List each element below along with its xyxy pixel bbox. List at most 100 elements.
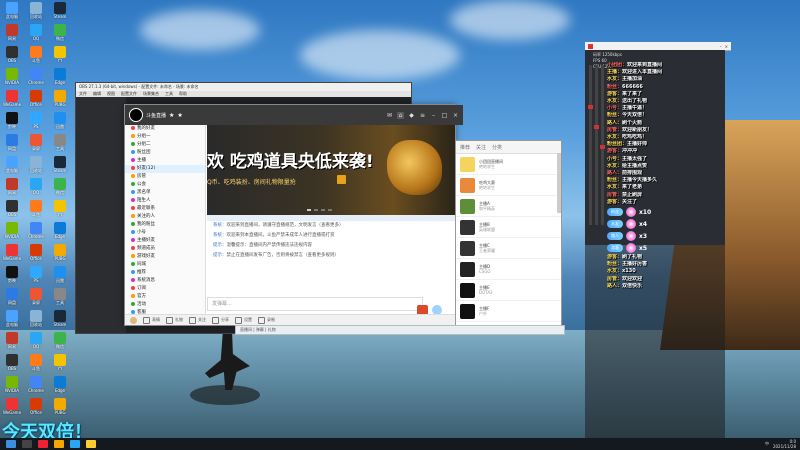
desktop-icon[interactable]: QQ — [26, 178, 46, 200]
room-item[interactable]: 主播F 户外 — [456, 301, 561, 322]
desktop-icon[interactable]: PS — [26, 112, 46, 134]
desktop-icon[interactable]: 此电脑 — [2, 156, 22, 178]
friend-list-item[interactable]: 最近联系 — [125, 205, 205, 213]
record-icon[interactable] — [588, 43, 593, 49]
desktop-icon[interactable]: Chrome — [26, 376, 46, 398]
desktop-icon[interactable]: 网盘 — [2, 288, 22, 310]
game-icon[interactable]: ◆ — [408, 112, 415, 119]
room-list[interactable]: 小团团直播间 绝地求生 吃鸡大赛 绝地求生 主播A 和平精英 主播B 英雄联盟 主播C 王者荣耀主… — [456, 154, 561, 322]
desktop-icon[interactable]: 录屏 — [26, 134, 46, 156]
friend-list-item[interactable]: 公会 — [125, 181, 205, 189]
friend-list-item[interactable]: 粉丝团 — [125, 149, 205, 157]
desktop-icon[interactable]: OBS — [2, 200, 22, 222]
room-item[interactable]: 主播E DOTA2 — [456, 280, 561, 301]
friend-list-item[interactable]: 关注的人 — [125, 213, 205, 221]
obs-titlebar[interactable]: OBS 27.1.3 (64-bit, windows) - 配置文件: 未命名… — [76, 83, 411, 91]
home-icon[interactable]: ⌂ — [397, 111, 404, 119]
desktop-icon[interactable]: Steam — [50, 2, 70, 24]
desktop-icon[interactable]: 剪映 — [2, 112, 22, 134]
desktop-icon[interactable]: Steam — [50, 310, 70, 332]
minimize-icon[interactable]: – — [720, 44, 722, 49]
friend-list-item[interactable]: 同城 — [125, 261, 205, 269]
bottom-bar-item[interactable]: 分享 — [212, 316, 229, 324]
close-icon[interactable]: × — [725, 44, 728, 49]
desktop-icon[interactable]: 网盘 — [2, 134, 22, 156]
friend-list-item[interactable]: 官方 — [125, 293, 205, 301]
desktop-icon[interactable]: 微信 — [50, 24, 70, 46]
desktop-icon[interactable]: Chrome — [26, 222, 46, 244]
room-item[interactable]: 吃鸡大赛 绝地求生 — [456, 175, 561, 196]
desktop-icon[interactable]: NVIDIA — [2, 68, 22, 90]
chat-sender[interactable]: 系统： — [213, 223, 227, 228]
obs-menu-item[interactable]: 帮助 — [179, 91, 187, 97]
desktop-icon[interactable]: YY — [50, 46, 70, 68]
desktop-icon[interactable]: NVIDIA — [2, 376, 22, 398]
desktop-icon[interactable]: PS — [26, 266, 46, 288]
obs-menubar[interactable]: 文件 编辑 视图 配置文件 场景集合 工具 帮助 — [76, 91, 411, 97]
menu-icon[interactable]: ≡ — [419, 112, 426, 119]
desktop-icon[interactable]: QQ — [26, 24, 46, 46]
promo-banner[interactable]: 欢 吃鸡道具央低来袭! Q币、吃鸡装扮、房间礼物限量抢 — [207, 125, 455, 215]
friend-list-item[interactable]: 小号 — [125, 229, 205, 237]
friend-list-item[interactable]: 活动 — [125, 301, 205, 309]
app-icon[interactable] — [54, 440, 64, 448]
room-item[interactable]: 小团团直播间 绝地求生 — [456, 154, 561, 175]
desktop-icon[interactable]: Office — [26, 244, 46, 266]
maximize-icon[interactable]: □ — [441, 112, 448, 119]
desktop-icon[interactable]: 此电脑 — [2, 2, 22, 24]
desktop-icon[interactable]: 斗鱼 — [26, 354, 46, 376]
live-client-window[interactable]: 斗鱼直播 ★ ★ ✉ ⌂ ◆ ≡ – □ × 我的好友 分组一 分组二 粉丝团 主播 好友… — [124, 104, 463, 326]
friend-list-item[interactable]: 我的粉丝 — [125, 221, 205, 229]
app-icon[interactable] — [70, 440, 80, 448]
desktop-icon[interactable]: 斗鱼 — [26, 200, 46, 222]
bottom-bar-item[interactable]: 录制 — [258, 316, 275, 324]
bottom-bar-item[interactable]: 关注 — [189, 316, 206, 324]
room-tab[interactable]: 分类 — [492, 144, 502, 151]
desktop-icon[interactable]: Chrome — [26, 68, 46, 90]
volume-fader[interactable] — [588, 65, 593, 225]
desktop-icon[interactable]: 迅雷 — [50, 112, 70, 134]
volume-fader[interactable] — [594, 65, 599, 225]
volume-fader[interactable] — [600, 65, 605, 225]
desktop-icon[interactable]: 录屏 — [26, 288, 46, 310]
desktop-icon[interactable]: Steam — [50, 156, 70, 178]
desktop-icon[interactable]: 此电脑 — [2, 310, 22, 332]
room-item[interactable]: 主播D CSGO — [456, 259, 561, 280]
friend-list-item[interactable]: 主播 — [125, 157, 205, 165]
app-icon[interactable] — [38, 440, 48, 448]
star-icon[interactable]: ★ — [169, 112, 174, 119]
room-tab[interactable]: 关注 — [476, 144, 486, 151]
minimize-icon[interactable]: – — [430, 112, 437, 119]
desktop-icon[interactable]: OBS — [2, 354, 22, 376]
avatar[interactable] — [130, 316, 137, 324]
desktop-icon[interactable]: Office — [26, 90, 46, 112]
desktop-icon[interactable]: 回收站 — [26, 310, 46, 332]
desktop-icon[interactable]: 网易 — [2, 332, 22, 354]
friend-list-item[interactable]: 推荐 — [125, 269, 205, 277]
desktop-icon[interactable]: 工具 — [50, 134, 70, 156]
desktop-icon[interactable]: WeGame — [2, 244, 22, 266]
desktop-icon[interactable]: PUBG — [50, 244, 70, 266]
desktop-icon[interactable]: 斗鱼 — [26, 46, 46, 68]
friend-list-item[interactable]: 游戏好友 — [125, 253, 205, 261]
friend-list[interactable]: 我的好友 分组一 分组二 粉丝团 主播 好友(12) 房管 公会 黑名单 陌生人 最近联系 关注的人我… — [125, 125, 206, 315]
desktop-icon[interactable]: YY — [50, 354, 70, 376]
desktop-icon[interactable]: WeGame — [2, 398, 22, 420]
bottom-bar-item[interactable]: 设置 — [235, 316, 252, 324]
banner-pager[interactable] — [307, 209, 332, 211]
desktop-icon[interactable]: Edge — [50, 222, 70, 244]
danmu-input[interactable]: 发弹幕... — [207, 297, 423, 311]
desktop-icon[interactable]: QQ — [26, 332, 46, 354]
friend-list-item[interactable]: 分组二 — [125, 141, 205, 149]
desktop-icon[interactable]: 回收站 — [26, 156, 46, 178]
room-item[interactable]: 主播A 和平精英 — [456, 196, 561, 217]
room-item[interactable]: 主播C 王者荣耀 — [456, 238, 561, 259]
friend-list-item[interactable]: 房管 — [125, 173, 205, 181]
chat-sender[interactable]: 提示： — [213, 243, 227, 248]
friend-list-item[interactable]: 订阅 — [125, 285, 205, 293]
desktop-icon[interactable]: 剪映 — [2, 266, 22, 288]
friend-list-item[interactable]: 系统消息 — [125, 277, 205, 285]
desktop-icon[interactable]: Edge — [50, 376, 70, 398]
desktop-icon[interactable]: OBS — [2, 46, 22, 68]
room-list-scrollbar[interactable] — [557, 153, 561, 213]
